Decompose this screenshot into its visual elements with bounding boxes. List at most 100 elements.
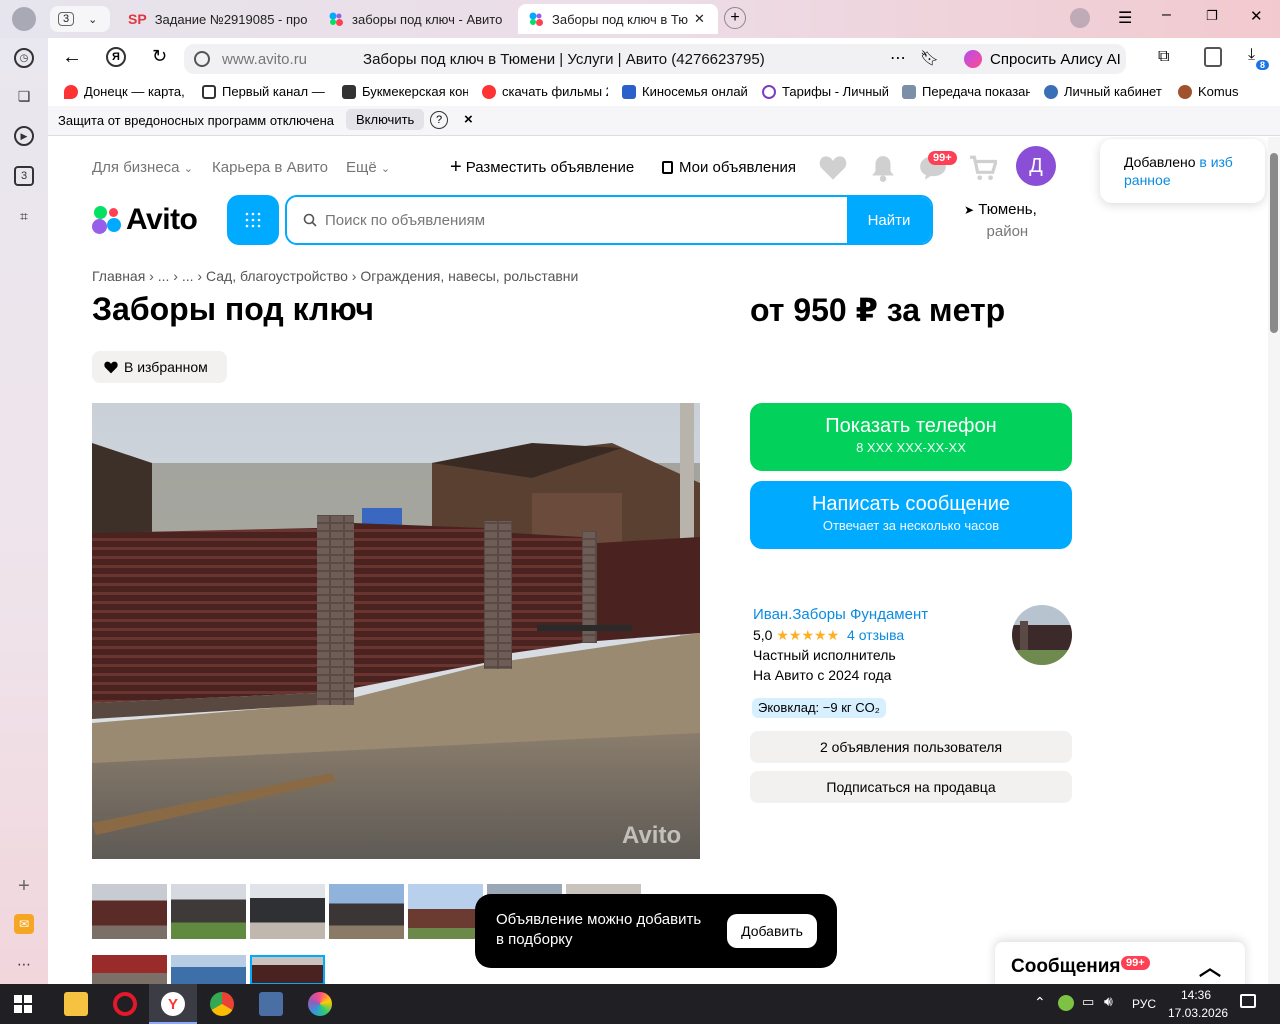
enable-protection-button[interactable]: Включить bbox=[346, 109, 425, 130]
eco-badge[interactable]: Эковклад: −9 кг CO₂ bbox=[752, 698, 886, 718]
alice-button[interactable]: Спросить Алису AI bbox=[954, 44, 1126, 74]
photo-app-icon[interactable] bbox=[308, 992, 332, 1016]
breadcrumb-item[interactable]: Сад, благоустройство bbox=[206, 268, 348, 284]
bookmark-item[interactable]: Букмекерская кон bbox=[342, 84, 468, 99]
notifications-icon[interactable] bbox=[1240, 994, 1256, 1008]
history-icon[interactable]: ◷ bbox=[14, 48, 34, 68]
listing-main-photo[interactable]: Avito bbox=[92, 403, 700, 859]
mail-icon[interactable]: ✉ bbox=[14, 914, 34, 934]
translate-icon[interactable]: ⧉ bbox=[1158, 48, 1169, 66]
bookmark-item[interactable]: Передача показан bbox=[902, 84, 1030, 99]
sidebar-badge-icon[interactable]: 3 bbox=[14, 166, 34, 186]
back-icon[interactable]: ← bbox=[62, 46, 82, 69]
thumbnail[interactable] bbox=[171, 884, 246, 939]
more-icon[interactable]: ⋯ bbox=[14, 954, 34, 974]
add-to-selection-button[interactable]: Добавить bbox=[727, 914, 817, 948]
tab-avito-search[interactable]: заборы под ключ - Авито bbox=[318, 4, 514, 34]
extension-icon[interactable] bbox=[1204, 47, 1222, 67]
windows-start-icon[interactable] bbox=[14, 995, 32, 1013]
scrollbar-thumb[interactable] bbox=[1270, 153, 1278, 333]
page-scrollbar[interactable] bbox=[1268, 137, 1280, 984]
more-link[interactable]: Ещё ⌄ bbox=[346, 159, 390, 176]
favorites-link-continued[interactable]: ранное bbox=[1124, 172, 1171, 188]
new-tab-button[interactable]: + bbox=[724, 7, 746, 29]
bookmark-item[interactable]: Донецк — карта, с bbox=[64, 84, 188, 99]
close-tab-icon[interactable]: ✕ bbox=[694, 11, 705, 27]
reviews-link[interactable]: 4 отзыва bbox=[847, 627, 904, 643]
user-avatar[interactable]: Д bbox=[1016, 146, 1056, 186]
yandex-browser-taskbar-icon[interactable]: Y bbox=[149, 984, 197, 1024]
thumbnail-selected[interactable] bbox=[250, 955, 325, 984]
favorites-link[interactable]: в изб bbox=[1199, 154, 1232, 170]
career-link[interactable]: Карьера в Авито bbox=[212, 159, 328, 176]
messenger-panel[interactable]: Сообщения 99+ ︿ bbox=[995, 942, 1245, 984]
thumbnail[interactable] bbox=[329, 884, 404, 939]
tab-task[interactable]: SP Задание №2919085 - про bbox=[118, 4, 314, 34]
bookmark-item[interactable]: Тарифы - Личный bbox=[762, 84, 888, 99]
opera-icon[interactable] bbox=[113, 992, 137, 1016]
tab-counter-button[interactable]: 3 ⌄ bbox=[50, 6, 110, 32]
bookmark-item[interactable]: Первый канал — с bbox=[202, 84, 326, 99]
seller-listings-button[interactable]: 2 объявления пользователя bbox=[750, 731, 1072, 763]
bell-icon[interactable] bbox=[870, 154, 896, 182]
categories-button[interactable] bbox=[227, 195, 279, 245]
close-notice-icon[interactable]: × bbox=[464, 111, 473, 128]
bookmark-item[interactable]: скачать фильмы 2 bbox=[482, 84, 608, 99]
thumbnail[interactable] bbox=[171, 955, 246, 984]
add-panel-icon[interactable]: + bbox=[14, 875, 34, 897]
chrome-icon[interactable] bbox=[210, 992, 234, 1016]
tray-app-icon[interactable] bbox=[1058, 995, 1074, 1011]
yandex-icon[interactable]: Я bbox=[106, 47, 126, 67]
file-explorer-icon[interactable] bbox=[64, 992, 88, 1016]
thumbnail[interactable] bbox=[408, 884, 483, 939]
language-indicator[interactable]: РУС bbox=[1132, 997, 1156, 1011]
chevron-up-icon[interactable]: ︿ bbox=[1199, 950, 1221, 982]
downloads-icon[interactable]: ⤓ bbox=[1248, 46, 1255, 64]
reload-icon[interactable]: ↻ bbox=[152, 46, 167, 67]
seller-name[interactable]: Иван.Заборы Фундамент bbox=[753, 605, 928, 625]
search-button[interactable]: Найти bbox=[847, 197, 931, 243]
bookmark-item[interactable]: Личный кабинет bbox=[1044, 84, 1164, 99]
avito-logo[interactable]: Avito bbox=[92, 203, 198, 237]
thumbnail[interactable] bbox=[250, 884, 325, 939]
location-selector[interactable]: ➤ Тюмень, район bbox=[964, 199, 1037, 243]
thumbnail[interactable] bbox=[92, 955, 167, 984]
tray-expand-icon[interactable]: ⌃ bbox=[1034, 994, 1046, 1011]
write-message-button[interactable]: Написать сообщение Отвечает за несколько… bbox=[750, 481, 1072, 549]
volume-icon[interactable]: 🔊︎ bbox=[1104, 993, 1113, 1010]
breadcrumb-item[interactable]: ... bbox=[158, 268, 170, 284]
show-phone-button[interactable]: Показать телефон 8 XXX XXX-XX-XX bbox=[750, 403, 1072, 471]
post-ad-button[interactable]: + Разместить объявление bbox=[450, 157, 634, 177]
subscribe-seller-button[interactable]: Подписаться на продавца bbox=[750, 771, 1072, 803]
my-ads-button[interactable]: Мои объявления bbox=[662, 159, 796, 176]
favorite-button[interactable]: В избранном bbox=[92, 351, 227, 383]
minimize-icon[interactable]: – bbox=[1162, 6, 1171, 24]
bookmark-icon[interactable]: 🔖︎ bbox=[920, 49, 939, 67]
app-icon[interactable] bbox=[259, 992, 283, 1016]
tab-avito-listing[interactable]: Заборы под ключ в Тюм ✕ bbox=[518, 4, 718, 34]
play-icon[interactable]: ▶ bbox=[14, 126, 34, 146]
network-icon[interactable]: ▭ bbox=[1082, 994, 1094, 1010]
profile-icon[interactable] bbox=[12, 7, 36, 31]
site-info-icon[interactable] bbox=[194, 51, 210, 67]
restore-icon[interactable]: ❐ bbox=[1206, 8, 1218, 24]
more-dots-icon[interactable]: ⋯ bbox=[890, 48, 906, 68]
collections-icon[interactable]: ❏ bbox=[14, 86, 34, 106]
breadcrumb-item[interactable]: Ограждения, навесы, рольставни bbox=[360, 268, 578, 284]
menu-icon[interactable]: ☰ bbox=[1118, 8, 1132, 28]
thumbnail[interactable] bbox=[92, 884, 167, 939]
clock-time[interactable]: 14:36 bbox=[1181, 988, 1211, 1002]
business-link[interactable]: Для бизнеса ⌄ bbox=[92, 159, 193, 176]
seller-avatar[interactable] bbox=[1012, 605, 1072, 665]
close-window-icon[interactable]: ✕ bbox=[1250, 7, 1263, 25]
search-input[interactable]: Поиск по объявлениям bbox=[287, 197, 847, 243]
breadcrumb-item[interactable]: ... bbox=[182, 268, 194, 284]
bookmark-item[interactable]: Komus bbox=[1178, 84, 1238, 99]
account-icon[interactable] bbox=[1070, 8, 1090, 28]
clock-date[interactable]: 17.03.2026 bbox=[1168, 1006, 1228, 1020]
heart-icon[interactable] bbox=[819, 155, 847, 181]
cart-icon[interactable] bbox=[969, 155, 997, 181]
bookmark-item[interactable]: Киносемья онлай bbox=[622, 84, 748, 99]
camera-icon[interactable]: ⌗ bbox=[14, 206, 34, 226]
url-field[interactable]: www.avito.ru Заборы под ключ в Тюмени | … bbox=[184, 44, 994, 74]
